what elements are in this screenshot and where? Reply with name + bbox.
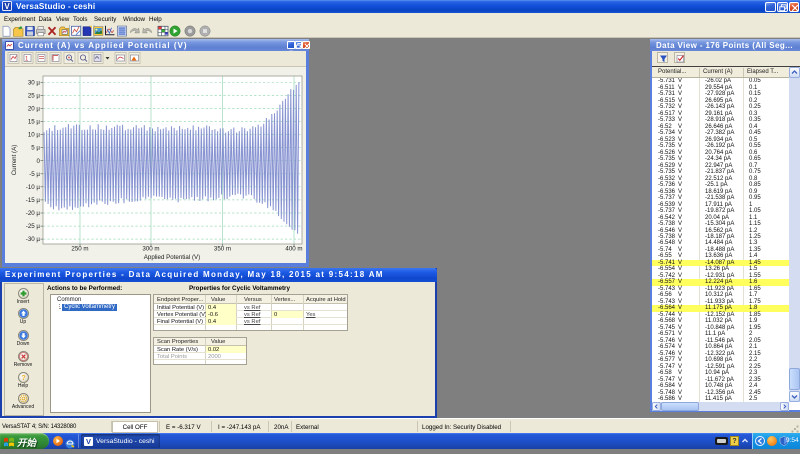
svg-text:5 µ: 5 µ: [31, 145, 40, 152]
svg-text:20 µ: 20 µ: [28, 106, 41, 113]
svg-text:400 m: 400 m: [285, 246, 302, 253]
svg-text:Current (A): Current (A): [11, 145, 18, 176]
svg-text:-10 µ: -10 µ: [26, 184, 41, 191]
svg-text:25 µ: 25 µ: [28, 93, 41, 100]
svg-text:Applied Potential (V): Applied Potential (V): [144, 254, 200, 261]
svg-text:10 µ: 10 µ: [28, 132, 41, 139]
svg-text:-15 µ: -15 µ: [26, 197, 41, 204]
svg-text:-20 µ: -20 µ: [26, 210, 41, 217]
svg-text:30 µ: 30 µ: [28, 79, 41, 86]
svg-text:-5 µ: -5 µ: [29, 171, 40, 178]
svg-text:350 m: 350 m: [214, 246, 231, 253]
svg-text:-30 µ: -30 µ: [26, 236, 41, 243]
svg-text:15 µ: 15 µ: [28, 119, 41, 126]
svg-text:250 m: 250 m: [71, 246, 88, 253]
svg-text:0: 0: [37, 158, 41, 165]
svg-text:?: ?: [21, 375, 25, 382]
svg-text:300 m: 300 m: [142, 246, 159, 253]
svg-text:-25 µ: -25 µ: [26, 223, 41, 230]
